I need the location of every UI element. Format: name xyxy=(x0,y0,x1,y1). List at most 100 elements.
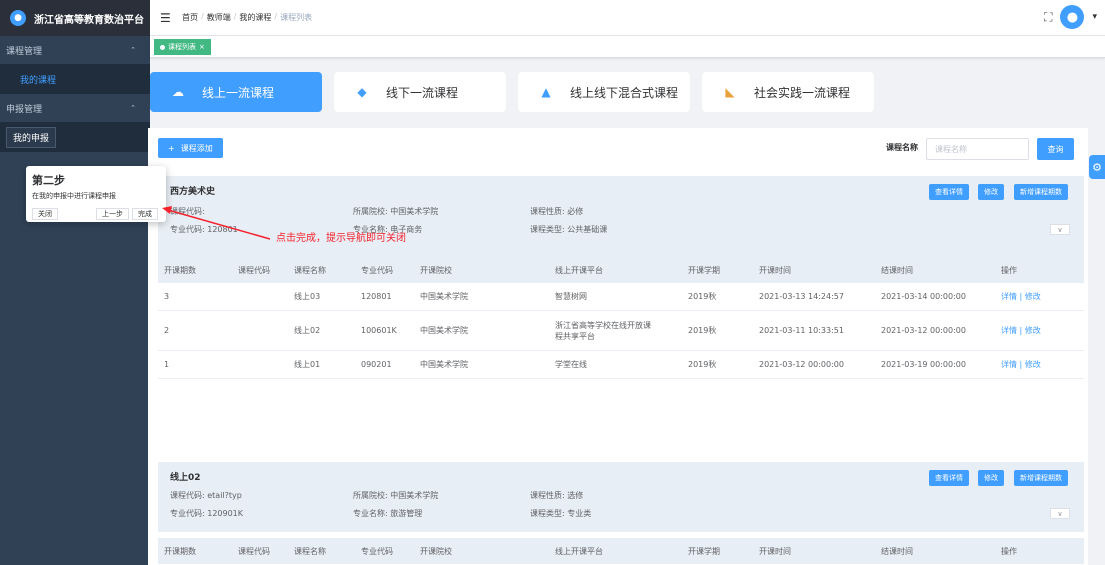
cell-school: 中国美术学院 xyxy=(420,326,468,335)
tour-prev-button[interactable]: 上一步 xyxy=(96,208,129,220)
course-school: 所属院校: 中国美术学院 xyxy=(353,491,439,500)
cell-platform: 学堂在线 xyxy=(555,360,587,369)
cell-start: 2021-03-13 14:24:57 xyxy=(759,292,844,301)
cell-school: 中国美术学院 xyxy=(420,292,468,301)
col-header: 开课时间 xyxy=(759,265,791,275)
col-header: 开课学期 xyxy=(688,546,720,556)
cell-end: 2021-03-14 00:00:00 xyxy=(881,292,966,301)
menu-group-course[interactable]: 课程管理 ⌃ xyxy=(0,36,150,64)
col-header: 课程代码 xyxy=(238,265,270,275)
col-header: 开课院校 xyxy=(420,546,452,556)
table-header: 开课期数 课程代码 课程名称 专业代码 开课院校 线上开课平台 开课学期 开课时… xyxy=(158,538,1084,564)
breadcrumb-current: 课程列表 xyxy=(280,13,313,22)
col-header: 操作 xyxy=(1001,546,1017,556)
tab-social[interactable]: ◣ 社会实践一流课程 xyxy=(702,72,874,112)
tag-course-list[interactable]: 课程列表 × xyxy=(154,39,211,55)
course-code: 课程代码: xyxy=(170,207,205,216)
menu-group-label: 申报管理 xyxy=(6,104,43,115)
course-name: 西方美术史 xyxy=(170,187,216,197)
close-icon[interactable]: × xyxy=(199,43,205,51)
course-code: 课程代码: etail?typ xyxy=(170,491,242,500)
search-label: 课程名称 xyxy=(886,143,918,152)
menu-group-apply[interactable]: 申报管理 ⌃ xyxy=(0,94,150,122)
row-actions[interactable]: 详情 | 修改 xyxy=(1001,283,1041,310)
col-header: 线上开课平台 xyxy=(555,265,603,275)
table-row: 1 线上01 090201 中国美术学院 学堂在线 2019秋 2021-03-… xyxy=(158,351,1084,379)
offline-course-icon: ◆ xyxy=(357,85,367,99)
edit-button[interactable]: 修改 xyxy=(978,184,1004,200)
add-period-button[interactable]: 新增课程期数 xyxy=(1014,470,1068,486)
tag-label: 课程列表 xyxy=(168,43,196,51)
cell-period: 1 xyxy=(164,360,170,369)
add-course-label: 课程添加 xyxy=(180,143,213,153)
major-code: 专业代码: 120801 xyxy=(170,225,238,234)
menu-item-my-apply[interactable]: 我的申报 xyxy=(0,122,150,152)
app-title: 浙江省高等教育数治平台 xyxy=(34,14,144,26)
chevron-down-icon[interactable]: ∨ xyxy=(1050,224,1070,235)
breadcrumb-my-course[interactable]: 我的课程 xyxy=(239,12,271,23)
tab-offline[interactable]: ◆ 线下一流课程 xyxy=(334,72,506,112)
col-header: 线上开课平台 xyxy=(555,546,603,556)
breadcrumb-home[interactable]: 首页 xyxy=(182,12,198,23)
table-header: 开课期数 课程代码 课程名称 专业代码 开课院校 线上开课平台 开课学期 开课时… xyxy=(158,257,1084,283)
tour-close-button[interactable]: 关闭 xyxy=(32,208,58,220)
course-type: 课程类型: 专业类 xyxy=(530,509,592,518)
major-name: 专业名称: 旅游管理 xyxy=(353,509,423,518)
table-row: 2 线上02 100601K 中国美术学院 浙江省高等学校在线开放课程共享平台 … xyxy=(158,311,1084,351)
add-course-button[interactable]: + 课程添加 xyxy=(158,138,223,158)
edit-button[interactable]: 修改 xyxy=(978,470,1004,486)
col-header: 课程名称 xyxy=(294,265,326,275)
caret-down-icon[interactable]: ▾ xyxy=(1092,12,1097,22)
sidebar: ● 浙江省高等教育数治平台 课程管理 ⌃ 我的课程 申报管理 ⌃ 我的申报 xyxy=(0,0,150,565)
major-code: 专业代码: 120901K xyxy=(170,509,244,518)
cell-term: 2019秋 xyxy=(688,292,717,301)
col-header: 操作 xyxy=(1001,265,1017,275)
settings-gear-icon[interactable]: ⚙ xyxy=(1089,155,1105,179)
tour-text: 在我的申报中进行课程申报 xyxy=(32,192,116,200)
chevron-down-icon[interactable]: ∨ xyxy=(1050,508,1070,519)
search-button[interactable]: 查询 xyxy=(1037,138,1074,160)
cell-start: 2021-03-12 00:00:00 xyxy=(759,360,844,369)
view-detail-button[interactable]: 查看详情 xyxy=(929,470,969,486)
add-period-button[interactable]: 新增课程期数 xyxy=(1014,184,1068,200)
tab-mixed[interactable]: ▲ 线上线下混合式课程 xyxy=(518,72,690,112)
avatar[interactable]: ● xyxy=(1060,5,1085,29)
cell-name: 线上02 xyxy=(294,326,321,335)
fullscreen-icon[interactable]: ⛶ xyxy=(1044,10,1052,25)
category-tabs: ☁ 线上一流课程 ◆ 线下一流课程 ▲ 线上线下混合式课程 ◣ 社会实践一流课程 xyxy=(150,72,1105,112)
tour-title: 第二步 xyxy=(32,174,65,187)
cell-end: 2021-03-12 00:00:00 xyxy=(881,326,966,335)
tab-online[interactable]: ☁ 线上一流课程 xyxy=(150,72,322,112)
cell-period: 3 xyxy=(164,292,170,301)
top-navbar: ☰ 首页 / 教师端 / 我的课程 / 课程列表 ⛶ ● ▾ xyxy=(150,0,1105,36)
course-nature: 课程性质: 必修 xyxy=(530,207,584,216)
menu-item-my-course[interactable]: 我的课程 xyxy=(0,64,150,94)
hamburger-icon[interactable]: ☰ xyxy=(160,11,174,25)
course-type: 课程类型: 公共基础课 xyxy=(530,225,608,234)
cell-term: 2019秋 xyxy=(688,326,717,335)
tags-view: 课程列表 × xyxy=(150,36,1105,58)
view-detail-button[interactable]: 查看详情 xyxy=(929,184,969,200)
tour-done-button[interactable]: 完成 xyxy=(132,208,158,220)
course-school: 所属院校: 中国美术学院 xyxy=(353,207,439,216)
col-header: 课程名称 xyxy=(294,546,326,556)
col-header: 开课学期 xyxy=(688,265,720,275)
col-header: 开课期数 xyxy=(164,265,196,275)
course-name: 线上02 xyxy=(170,473,201,483)
chevron-up-icon: ⌃ xyxy=(130,46,136,54)
course-name-search-input[interactable]: 课程名称 xyxy=(926,138,1029,160)
logo-icon: ● xyxy=(10,10,26,26)
row-actions[interactable]: 详情 | 修改 xyxy=(1001,311,1041,350)
plus-icon: + xyxy=(168,143,175,153)
cell-period: 2 xyxy=(164,326,170,335)
col-header: 开课时间 xyxy=(759,546,791,556)
menu-item-label: 我的课程 xyxy=(20,75,57,86)
row-actions[interactable]: 详情 | 修改 xyxy=(1001,351,1041,378)
col-header: 结课时间 xyxy=(881,546,913,556)
hint-annotation: 点击完成，提示导航即可关闭 xyxy=(276,233,406,244)
online-course-icon: ☁ xyxy=(172,85,184,99)
chevron-up-icon: ⌃ xyxy=(130,104,136,112)
course-card: 线上02 课程代码: etail?typ 所属院校: 中国美术学院 课程性质: … xyxy=(158,462,1084,532)
breadcrumb-teacher[interactable]: 教师端 xyxy=(207,12,231,23)
tab-label: 线下一流课程 xyxy=(386,85,459,100)
